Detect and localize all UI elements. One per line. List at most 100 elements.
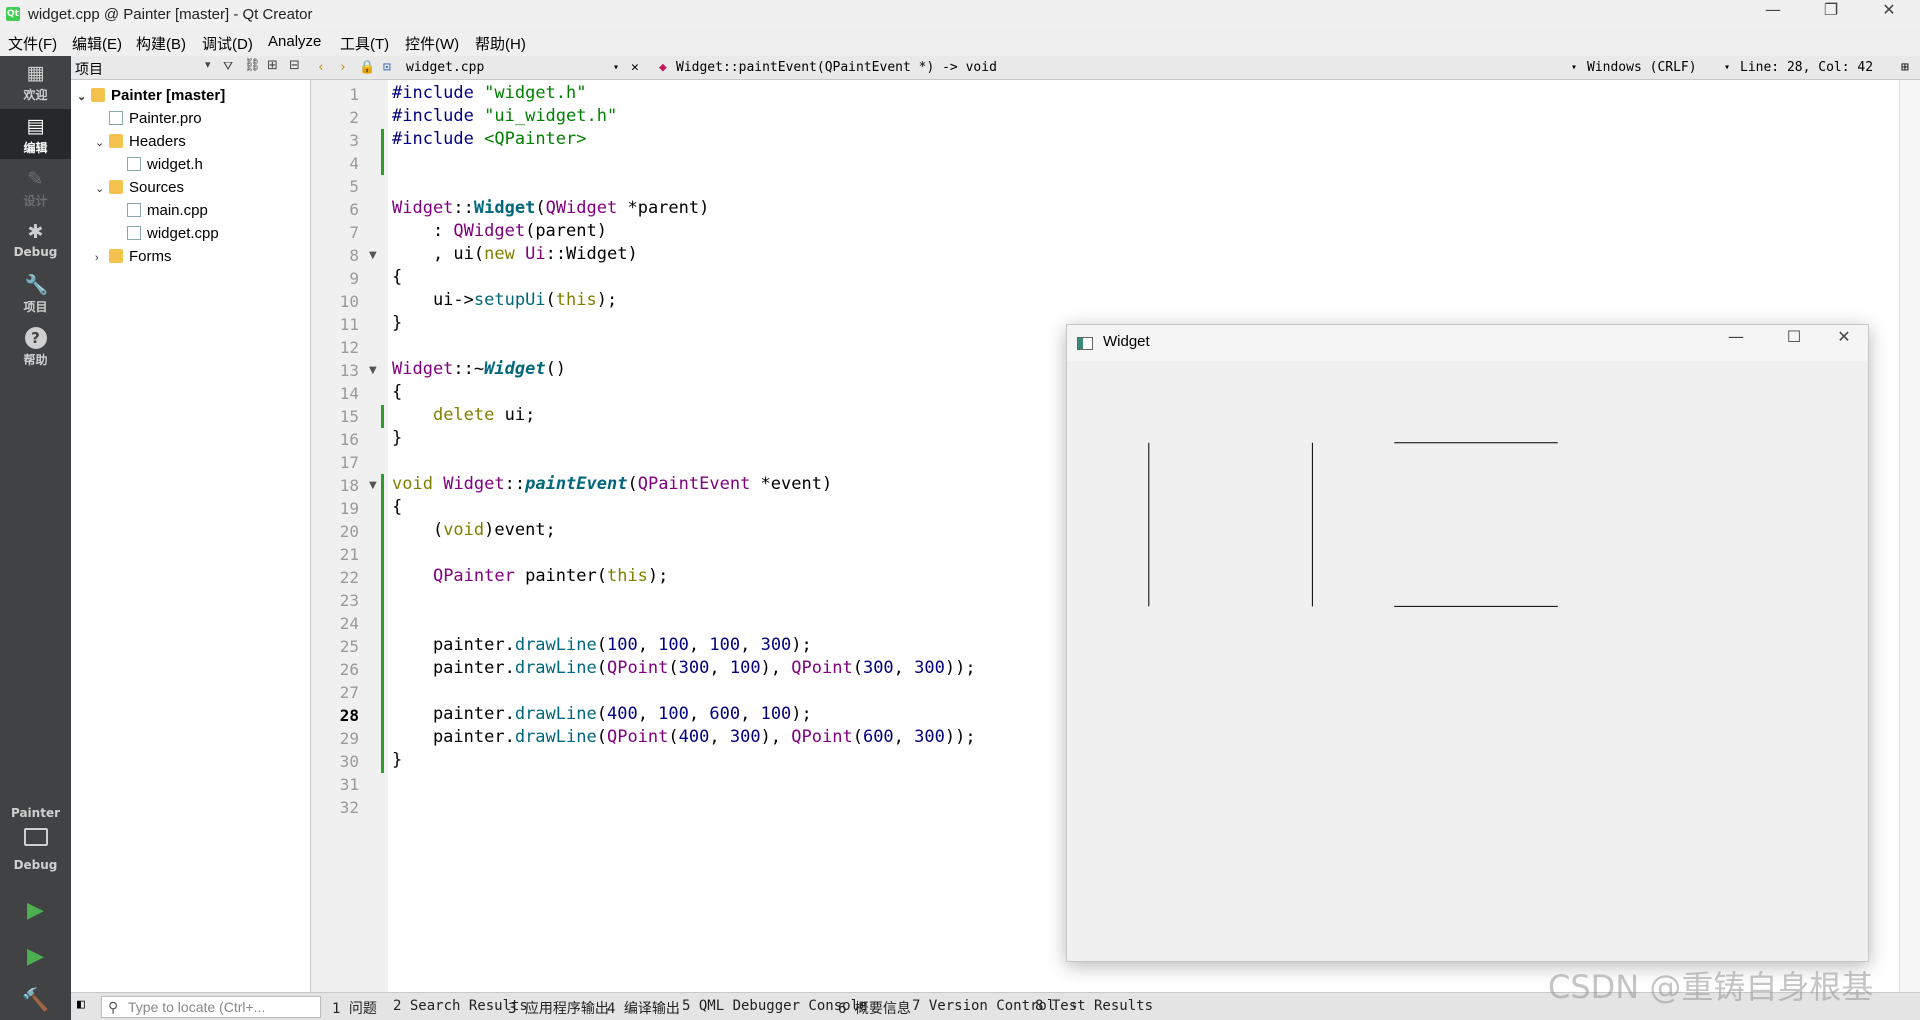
restore-button[interactable]: ❐ — [1802, 0, 1860, 29]
code-line[interactable]: { — [392, 267, 402, 290]
locator-input[interactable]: ⚲ Type to locate (Ctrl+... — [101, 996, 321, 1018]
code-line[interactable]: , ui(new Ui::Widget) — [392, 244, 638, 267]
chevron-down-icon[interactable]: ▾ — [1724, 62, 1730, 73]
split-icon[interactable]: ⊞ — [267, 58, 278, 73]
chevron-down-icon[interactable]: ▾ — [205, 58, 211, 71]
menu-item-1[interactable]: 编辑(E) — [72, 33, 122, 54]
line-number[interactable]: 31 — [311, 773, 359, 796]
output-pane-button[interactable]: 6 概要信息 — [838, 998, 911, 1018]
code-line[interactable]: #include "ui_widget.h" — [392, 106, 617, 129]
code-line[interactable]: : QWidget(parent) — [392, 221, 607, 244]
forward-icon[interactable]: › — [339, 60, 347, 75]
line-number[interactable]: 11 — [311, 313, 359, 336]
mode-0[interactable]: ▦ 欢迎 — [0, 56, 71, 106]
line-number[interactable]: 14 — [311, 382, 359, 405]
line-number[interactable]: 32 — [311, 796, 359, 819]
monitor-icon[interactable] — [24, 828, 48, 846]
code-line[interactable]: } — [392, 313, 402, 336]
fold-arrow-icon[interactable]: ▼ — [369, 474, 377, 497]
line-number[interactable]: 29 — [311, 727, 359, 750]
code-line[interactable]: painter.drawLine(QPoint(300, 100), QPoin… — [392, 658, 976, 681]
line-number[interactable]: 23 — [311, 589, 359, 612]
line-number[interactable]: 27 — [311, 681, 359, 704]
tree-file[interactable]: widget.cpp — [113, 222, 219, 245]
line-number[interactable]: 30 — [311, 750, 359, 773]
chevron-down-icon[interactable]: ▾ — [1571, 62, 1577, 73]
line-number[interactable]: 2 — [311, 106, 359, 129]
code-line[interactable]: } — [392, 750, 402, 773]
code-line[interactable]: Widget::Widget(QWidget *parent) — [392, 198, 709, 221]
line-number[interactable]: 16 — [311, 428, 359, 451]
view-selector[interactable]: 项目 — [75, 59, 103, 79]
line-number[interactable]: 17 — [311, 451, 359, 474]
fold-arrow-icon[interactable]: ▼ — [369, 244, 377, 267]
close-button[interactable]: ✕ — [1860, 0, 1918, 29]
line-number[interactable]: 19 — [311, 497, 359, 520]
code-line[interactable]: painter.drawLine(100, 100, 100, 300); — [392, 635, 812, 658]
line-number[interactable]: 26 — [311, 658, 359, 681]
mode-4[interactable]: 🔧 项目 — [0, 268, 71, 318]
menu-item-2[interactable]: 构建(B) — [136, 33, 186, 54]
line-number[interactable]: 28 — [311, 704, 359, 727]
menu-item-4[interactable]: Analyze — [268, 33, 321, 50]
debug-run-icon[interactable]: ▶ — [0, 944, 71, 969]
line-number[interactable]: 15 — [311, 405, 359, 428]
fold-arrow-icon[interactable]: ▼ — [369, 359, 377, 382]
code-line[interactable]: #include <QPainter> — [392, 129, 587, 152]
line-number[interactable]: 25 — [311, 635, 359, 658]
line-number[interactable]: 9 — [311, 267, 359, 290]
filter-icon[interactable]: ⛛ — [223, 59, 233, 74]
code-line[interactable]: { — [392, 382, 402, 405]
tree-file[interactable]: main.cpp — [113, 199, 208, 222]
line-number[interactable]: 8 — [311, 244, 359, 267]
line-number[interactable]: 1 — [311, 83, 359, 106]
run-icon[interactable]: ▶ — [0, 898, 71, 923]
tree-folder[interactable]: › Forms — [95, 245, 172, 268]
menu-item-6[interactable]: 控件(W) — [405, 33, 459, 54]
build-icon[interactable]: 🔨 — [0, 988, 71, 1013]
mode-5[interactable]: ? 帮助 — [0, 321, 71, 371]
code-line[interactable]: delete ui; — [392, 405, 535, 428]
code-line[interactable]: painter.drawLine(QPoint(400, 300), QPoin… — [392, 727, 976, 750]
tree-folder[interactable]: ⌄ Painter [master] — [77, 84, 225, 107]
widget-close-button[interactable]: ✕ — [1815, 327, 1873, 356]
menu-item-0[interactable]: 文件(F) — [8, 33, 57, 54]
line-number[interactable]: 4 — [311, 152, 359, 175]
line-number[interactable]: 10 — [311, 290, 359, 313]
mode-3[interactable]: ✱ Debug — [0, 215, 71, 265]
output-pane-button[interactable]: 3 应用程序输出 — [508, 998, 609, 1018]
minimize-button[interactable]: — — [1744, 0, 1802, 29]
cursor-position[interactable]: Line: 28, Col: 42 — [1740, 60, 1873, 75]
open-file-name[interactable]: widget.cpp — [406, 60, 484, 75]
mode-2[interactable]: ✎ 设计 — [0, 162, 71, 212]
output-pane-button[interactable]: 4 编译输出 — [607, 998, 680, 1018]
code-line[interactable]: void Widget::paintEvent(QPaintEvent *eve… — [392, 474, 832, 497]
line-number[interactable]: 5 — [311, 175, 359, 198]
toggle-sidebar-icon[interactable]: ◧ — [77, 997, 85, 1012]
back-icon[interactable]: ‹ — [317, 60, 325, 75]
output-pane-button[interactable]: 7 Version Control — [912, 998, 1055, 1014]
menu-item-7[interactable]: 帮助(H) — [475, 33, 526, 54]
widget-minimize-button[interactable]: — — [1707, 327, 1765, 356]
code-line[interactable]: { — [392, 497, 402, 520]
code-line[interactable]: painter.drawLine(400, 100, 600, 100); — [392, 704, 812, 727]
more-panes-icon[interactable]: ⇕ — [1071, 998, 1078, 1011]
link-icon[interactable]: ⛓ — [244, 58, 261, 73]
output-pane-button[interactable]: 1 问题 — [332, 998, 377, 1018]
line-number[interactable]: 3 — [311, 129, 359, 152]
split-icon[interactable]: ⊞ — [1901, 60, 1909, 75]
line-number[interactable]: 21 — [311, 543, 359, 566]
line-number[interactable]: 22 — [311, 566, 359, 589]
menu-item-5[interactable]: 工具(T) — [340, 33, 389, 54]
line-number[interactable]: 7 — [311, 221, 359, 244]
line-number[interactable]: 20 — [311, 520, 359, 543]
code-line[interactable]: (void)event; — [392, 520, 556, 543]
code-line[interactable]: } — [392, 428, 402, 451]
line-ending-selector[interactable]: Windows (CRLF) — [1587, 60, 1697, 75]
line-number[interactable]: 18 — [311, 474, 359, 497]
code-line[interactable]: QPainter painter(this); — [392, 566, 668, 589]
close-document-icon[interactable]: ✕ — [631, 60, 639, 75]
mode-1[interactable]: ▤ 编辑 — [0, 109, 71, 159]
expand-arrow-icon[interactable]: › — [95, 247, 109, 270]
tree-file[interactable]: widget.h — [113, 153, 203, 176]
